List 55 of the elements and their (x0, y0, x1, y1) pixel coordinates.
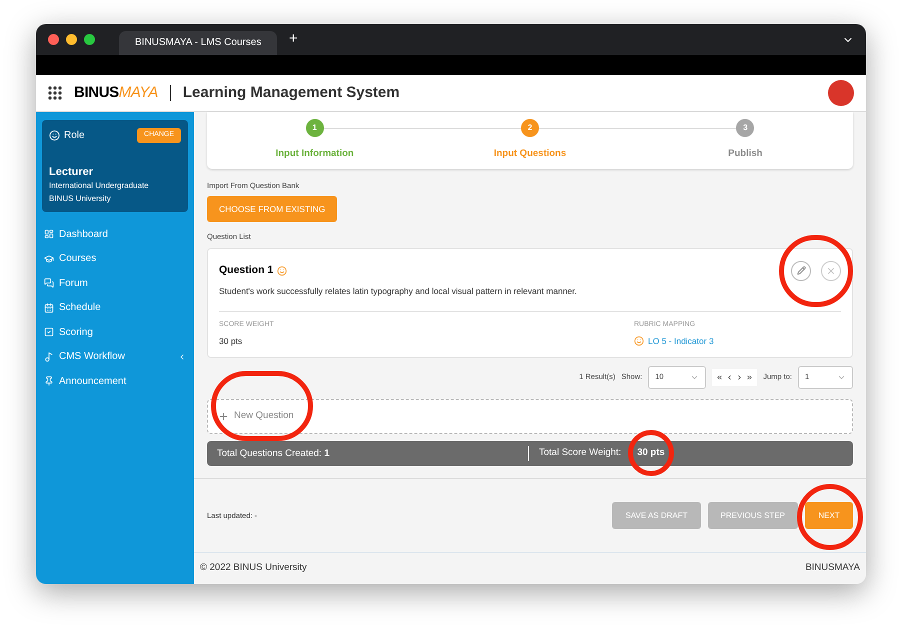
total-questions: Total Questions Created: 1 (217, 446, 529, 460)
sidebar-item[interactable]: Schedule (42, 296, 188, 320)
last-page-icon[interactable] (746, 374, 754, 380)
graduation-cap-icon (44, 254, 54, 264)
step-number: 1 (306, 119, 324, 137)
step-number: 3 (736, 119, 754, 137)
sidebar-item[interactable]: Forum (42, 271, 188, 296)
chat-bubbles-icon (44, 278, 54, 288)
total-score-label: Total Score Weight: (538, 446, 622, 460)
question-text: Student's work successfully relates latin typography and local visual pattern in relevant manner. (219, 284, 841, 312)
score-weight-value: 30 pts (219, 334, 244, 348)
role-label: Role (64, 129, 86, 143)
music-note-icon (44, 352, 54, 362)
choose-existing-button[interactable]: CHOOSE FROM EXISTING (207, 196, 338, 222)
new-tab-button[interactable]: + (289, 28, 298, 51)
step-label[interactable]: Input Information (276, 147, 354, 162)
calendar-icon (44, 302, 54, 313)
step-label[interactable]: Publish (728, 147, 762, 162)
step-label[interactable]: Input Questions (494, 147, 566, 162)
save-draft-button[interactable]: SAVE AS DRAFT (612, 502, 701, 529)
browser-tab[interactable]: BINUSMAYA - LMS Courses (119, 30, 277, 54)
apps-grid-icon[interactable] (48, 86, 62, 100)
new-question-button[interactable]: New Question (207, 398, 853, 434)
previous-step-button[interactable]: PREVIOUS STEP (708, 502, 798, 529)
checkbox-icon (44, 327, 54, 338)
sidebar-item[interactable]: Courses (42, 246, 188, 271)
dashboard-icon (44, 229, 54, 240)
close-icon (826, 266, 836, 276)
program-text: International Undergraduate (49, 180, 150, 192)
rubric-link[interactable]: LO 5 - Indicator 3 (648, 334, 714, 348)
pencil-icon (796, 266, 806, 275)
footer-brand: BINUSMAYA (805, 561, 860, 576)
copyright-text: © 2022 BINUS University (200, 561, 308, 576)
sidebar-item[interactable]: Announcement (42, 369, 188, 394)
step-number: 2 (520, 119, 539, 137)
previous-page-icon[interactable] (726, 374, 734, 380)
plus-icon (218, 410, 229, 422)
next-button[interactable]: NEXT (805, 502, 853, 529)
logo: BINUSMAYA (74, 82, 158, 103)
institution-text: BINUS University (49, 193, 112, 205)
first-page-icon[interactable] (716, 374, 724, 380)
maximize-window-icon[interactable] (84, 34, 95, 45)
next-page-icon[interactable] (736, 374, 744, 380)
avatar[interactable] (828, 80, 854, 106)
total-score-value: 30 pts (637, 446, 665, 458)
close-window-icon[interactable] (48, 34, 59, 45)
question-title: Question 1 (219, 262, 274, 278)
sidebar-item[interactable]: Dashboard (42, 222, 188, 246)
minimize-window-icon[interactable] (66, 34, 77, 45)
pin-icon (44, 376, 54, 386)
sidebar-item[interactable]: Scoring (42, 320, 188, 344)
role-name: Lecturer (49, 165, 94, 179)
edit-button[interactable] (791, 260, 811, 280)
app-title: Learning Management System (182, 82, 400, 103)
sidebar-item[interactable]: CMS Workflow (42, 344, 188, 369)
